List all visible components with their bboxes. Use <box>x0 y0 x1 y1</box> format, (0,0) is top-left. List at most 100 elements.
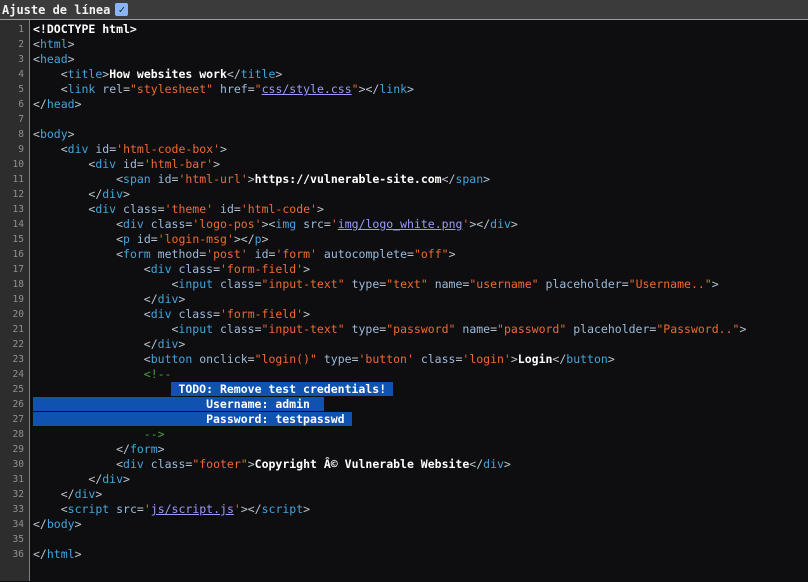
tag-name: script <box>262 502 304 516</box>
punctuation: > <box>407 82 414 96</box>
attribute-value: 'form-field' <box>220 262 303 276</box>
code-line: --> <box>33 427 808 442</box>
line-number: 24 <box>0 367 29 382</box>
attribute-name: type <box>352 277 380 291</box>
tag-name: span <box>123 172 151 186</box>
source-viewport[interactable]: 1234567891011121314151617181920212223242… <box>0 20 808 581</box>
line-number: 11 <box>0 172 29 187</box>
whitespace <box>33 307 144 321</box>
attribute-value: 'login' <box>462 352 510 366</box>
punctuation: = <box>407 247 414 261</box>
punctuation: < <box>61 82 68 96</box>
line-number: 6 <box>0 97 29 112</box>
check-icon: ✓ <box>119 4 126 15</box>
punctuation: > <box>511 217 518 231</box>
whitespace <box>151 247 158 261</box>
attribute-name: id <box>123 157 137 171</box>
whitespace <box>33 337 144 351</box>
punctuation: = <box>123 82 130 96</box>
tag-name: head <box>47 97 75 111</box>
attribute-value: "Username.." <box>629 277 712 291</box>
tag-name: p <box>123 232 130 246</box>
whitespace <box>213 277 220 291</box>
line-number: 17 <box>0 262 29 277</box>
punctuation: = <box>158 202 165 216</box>
whitespace <box>33 232 116 246</box>
attribute-value: "input-text" <box>262 277 345 291</box>
line-number: 5 <box>0 82 29 97</box>
code-line: <input class="input-text" type="password… <box>33 322 808 337</box>
line-number: 9 <box>0 142 29 157</box>
line-number: 16 <box>0 247 29 262</box>
tag-name: div <box>95 202 116 216</box>
tag-name: div <box>95 157 116 171</box>
punctuation: = <box>137 157 144 171</box>
whitespace <box>248 247 255 261</box>
tag-name: div <box>483 457 504 471</box>
view-source-page: { "toolbar": { "wrap_label": "Ajuste de … <box>0 0 808 582</box>
attribute-value: "off" <box>414 247 449 261</box>
punctuation: < <box>144 352 151 366</box>
punctuation: = <box>248 82 255 96</box>
whitespace <box>33 247 116 261</box>
punctuation: > <box>123 187 130 201</box>
code-line: <title>How websites work</title> <box>33 67 808 82</box>
attribute-value: 'theme' <box>165 202 213 216</box>
attribute-value: 'form-field' <box>220 307 303 321</box>
punctuation: < <box>116 457 123 471</box>
source-link[interactable]: img/logo_white.png <box>338 217 463 231</box>
code-line: <!DOCTYPE html> <box>33 22 808 37</box>
line-number: 15 <box>0 232 29 247</box>
punctuation: > <box>608 352 615 366</box>
code-line: </div> <box>33 487 808 502</box>
punctuation: </ <box>116 442 130 456</box>
attribute-name: id <box>255 247 269 261</box>
code-line: </div> <box>33 337 808 352</box>
punctuation: > <box>303 502 310 516</box>
line-number: 35 <box>0 532 29 547</box>
tag-name: div <box>68 142 89 156</box>
code-line: <form method='post' id='form' autocomple… <box>33 247 808 262</box>
tag-name: div <box>158 337 179 351</box>
source-link[interactable]: css/style.css <box>262 82 352 96</box>
punctuation: </ <box>144 292 158 306</box>
tag-name: div <box>123 457 144 471</box>
tag-name: title <box>241 67 276 81</box>
whitespace <box>33 487 61 501</box>
whitespace <box>33 277 171 291</box>
punctuation: > <box>95 487 102 501</box>
line-wrap-label: Ajuste de línea <box>2 3 110 17</box>
attribute-name: class <box>421 352 456 366</box>
attribute-name: class <box>178 307 213 321</box>
whitespace <box>116 157 123 171</box>
whitespace <box>33 442 116 456</box>
whitespace <box>33 427 144 441</box>
tag-name: img <box>275 217 296 231</box>
whitespace <box>33 172 116 186</box>
attribute-value: ' <box>144 502 151 516</box>
punctuation: </ <box>227 67 241 81</box>
punctuation: < <box>116 217 123 231</box>
whitespace <box>33 67 61 81</box>
tag-name: div <box>151 262 172 276</box>
line-number: 23 <box>0 352 29 367</box>
line-number: 2 <box>0 37 29 52</box>
attribute-value: 'login-msg' <box>158 232 234 246</box>
source-code[interactable]: <!DOCTYPE html><html><head> <title>How w… <box>30 20 808 581</box>
attribute-name: id <box>137 232 151 246</box>
code-line: </div> <box>33 472 808 487</box>
code-line: </div> <box>33 187 808 202</box>
tag-name: head <box>40 52 68 66</box>
punctuation: < <box>116 247 123 261</box>
line-wrap-checkbox[interactable]: ✓ <box>115 3 128 16</box>
whitespace <box>33 217 116 231</box>
whitespace <box>144 457 151 471</box>
code-line <box>33 112 808 127</box>
attribute-value: 'html-code' <box>241 202 317 216</box>
code-line <box>33 532 808 547</box>
whitespace <box>213 82 220 96</box>
source-link[interactable]: js/script.js <box>151 502 234 516</box>
punctuation: > <box>712 277 719 291</box>
code-line: </head> <box>33 97 808 112</box>
tag-name: body <box>40 127 68 141</box>
